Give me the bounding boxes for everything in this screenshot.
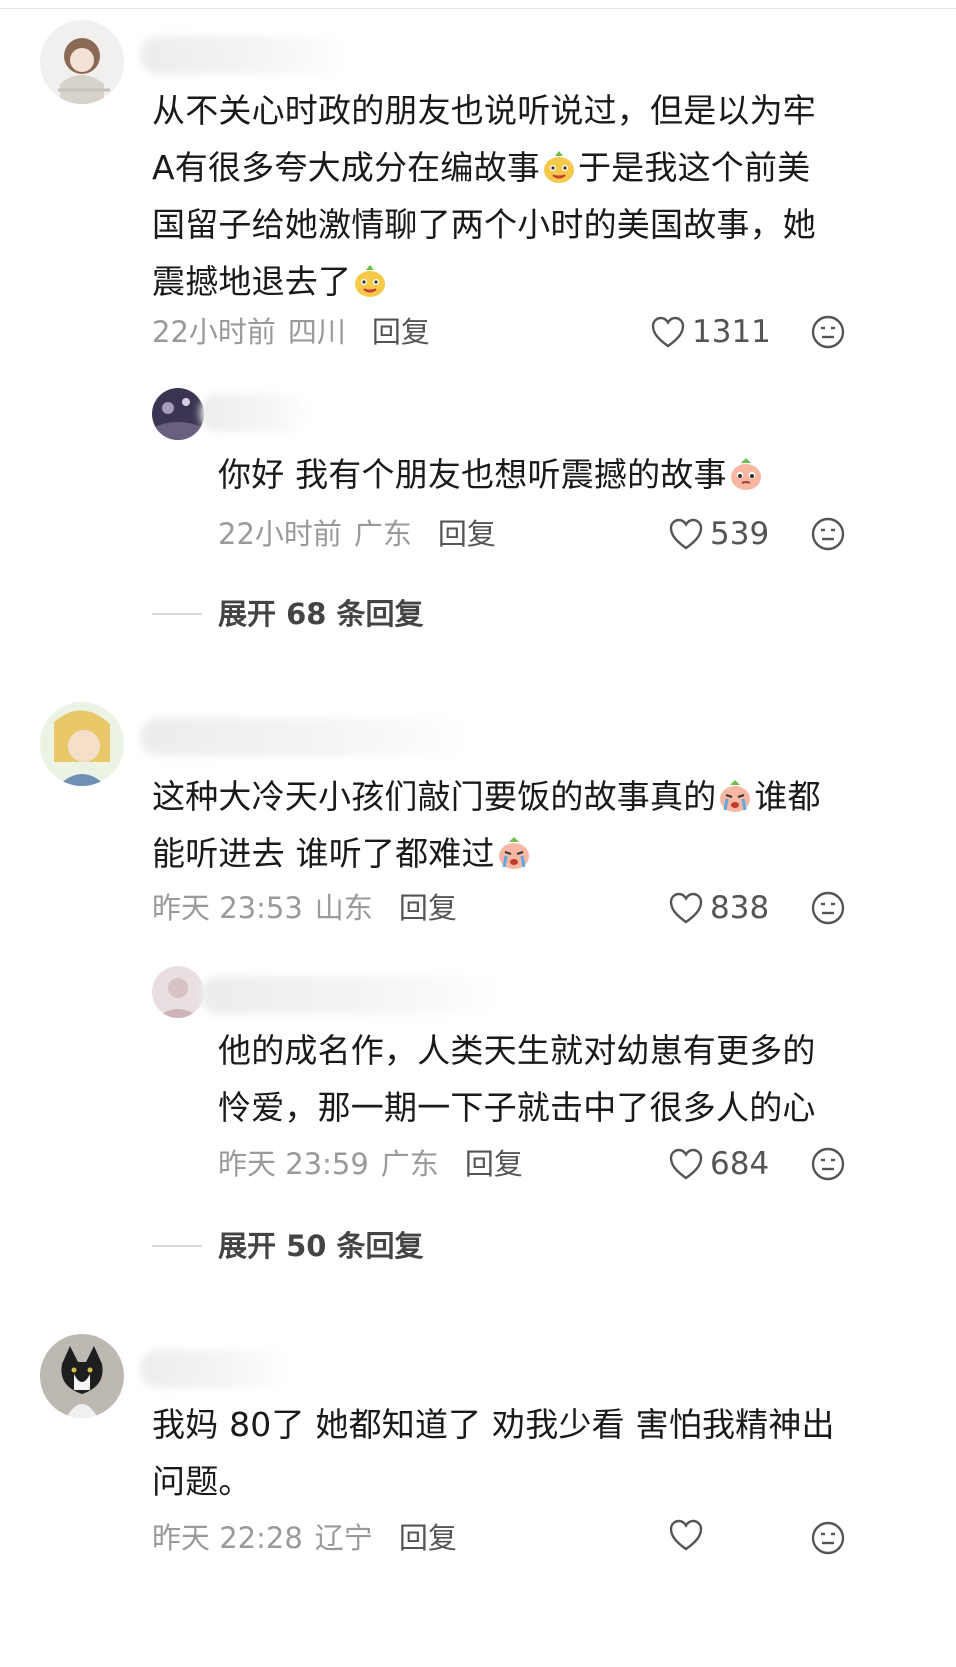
heart-icon bbox=[669, 892, 703, 924]
heart-icon bbox=[651, 316, 685, 348]
comment-time: 昨天 22:28 bbox=[152, 1521, 303, 1555]
comment-text: 我妈 80了 她都知道了 劝我少看 害怕我精神出 问题。 bbox=[152, 1405, 835, 1501]
comment-location: 四川 bbox=[287, 315, 346, 349]
username-blurred[interactable] bbox=[140, 1350, 290, 1388]
reply-button[interactable]: 回复 bbox=[372, 312, 430, 352]
dislike-button[interactable] bbox=[810, 516, 846, 552]
dislike-face-icon bbox=[811, 315, 845, 349]
comment-text: 他的成名作，人类天生就对幼崽有更多的 怜爱，那一期一下子就击中了很多人的心 bbox=[218, 1031, 816, 1127]
like-button[interactable] bbox=[668, 1518, 710, 1552]
comment-text: 这种大冷天小孩们敲门要饭的故事真的 谁都 能听进去 谁听了都难过 bbox=[152, 768, 912, 882]
expand-replies-button[interactable]: 展开 50 条回复 bbox=[152, 1226, 424, 1266]
like-count: 684 bbox=[710, 1146, 770, 1182]
crying-face-emoji bbox=[496, 831, 532, 869]
crying-face-emoji bbox=[717, 774, 753, 812]
comment-meta: 昨天 22:28 辽宁 回复 bbox=[152, 1518, 457, 1558]
dislike-button[interactable] bbox=[810, 890, 846, 926]
like-button[interactable]: 838 bbox=[668, 888, 769, 928]
comment-location: 辽宁 bbox=[314, 1521, 373, 1555]
dislike-button[interactable] bbox=[810, 1520, 846, 1556]
dislike-face-icon bbox=[811, 891, 845, 925]
comment-text: 你好 我有个朋友也想听震撼的故事 bbox=[218, 446, 918, 503]
comment-time: 22小时前 bbox=[218, 517, 342, 551]
expand-replies-label: 展开 68 条回复 bbox=[218, 597, 424, 631]
reply-button[interactable]: 回复 bbox=[438, 514, 496, 554]
heart-icon bbox=[669, 518, 703, 550]
comment-location: 广东 bbox=[353, 517, 412, 551]
divider-dash bbox=[152, 613, 202, 615]
dislike-face-icon bbox=[811, 517, 845, 551]
avatar[interactable] bbox=[152, 966, 204, 1018]
like-button[interactable]: 684 bbox=[668, 1144, 769, 1184]
comment-location: 广东 bbox=[380, 1147, 439, 1181]
comment-meta: 昨天 23:53 山东 回复 bbox=[152, 888, 457, 928]
comment-location: 山东 bbox=[314, 891, 373, 925]
top-divider bbox=[0, 8, 956, 9]
like-count: 1311 bbox=[692, 314, 771, 350]
dislike-button[interactable] bbox=[810, 1146, 846, 1182]
comment-text: 从不关心时政的朋友也说听说过，但是以为牢 A有很多夸大成分在编故事 于是我这个前美… bbox=[152, 91, 816, 301]
comment-meta: 22小时前 广东 回复 bbox=[218, 514, 496, 554]
dislike-button[interactable] bbox=[810, 314, 846, 350]
expand-replies-label: 展开 50 条回复 bbox=[218, 1229, 424, 1263]
pleading-face-emoji bbox=[728, 452, 764, 490]
comment-meta: 22小时前 四川 回复 bbox=[152, 312, 430, 352]
dislike-face-icon bbox=[811, 1147, 845, 1181]
dislike-face-icon bbox=[811, 1521, 845, 1555]
comment-time: 昨天 23:59 bbox=[218, 1147, 369, 1181]
reply-button[interactable]: 回复 bbox=[465, 1144, 523, 1184]
username-blurred[interactable] bbox=[200, 976, 500, 1014]
username-blurred[interactable] bbox=[140, 36, 350, 74]
expand-replies-button[interactable]: 展开 68 条回复 bbox=[152, 594, 424, 634]
like-count: 539 bbox=[710, 516, 770, 552]
divider-dash bbox=[152, 1245, 202, 1247]
comment-time: 22小时前 bbox=[152, 315, 276, 349]
grin-face-emoji bbox=[541, 145, 577, 183]
username-blurred[interactable] bbox=[140, 718, 470, 756]
avatar[interactable] bbox=[40, 20, 124, 104]
like-button[interactable]: 539 bbox=[668, 514, 769, 554]
heart-icon bbox=[669, 1519, 703, 1551]
comment-meta: 昨天 23:59 广东 回复 bbox=[218, 1144, 523, 1184]
like-count: 838 bbox=[710, 890, 770, 926]
like-button[interactable]: 1311 bbox=[650, 312, 771, 352]
reply-button[interactable]: 回复 bbox=[399, 1518, 457, 1558]
comment-time: 昨天 23:53 bbox=[152, 891, 303, 925]
heart-icon bbox=[669, 1148, 703, 1180]
grin-face-emoji bbox=[352, 259, 388, 297]
avatar[interactable] bbox=[40, 702, 124, 786]
reply-button[interactable]: 回复 bbox=[399, 888, 457, 928]
avatar[interactable] bbox=[40, 1334, 124, 1418]
username-blurred[interactable] bbox=[200, 394, 310, 432]
avatar[interactable] bbox=[152, 388, 204, 440]
